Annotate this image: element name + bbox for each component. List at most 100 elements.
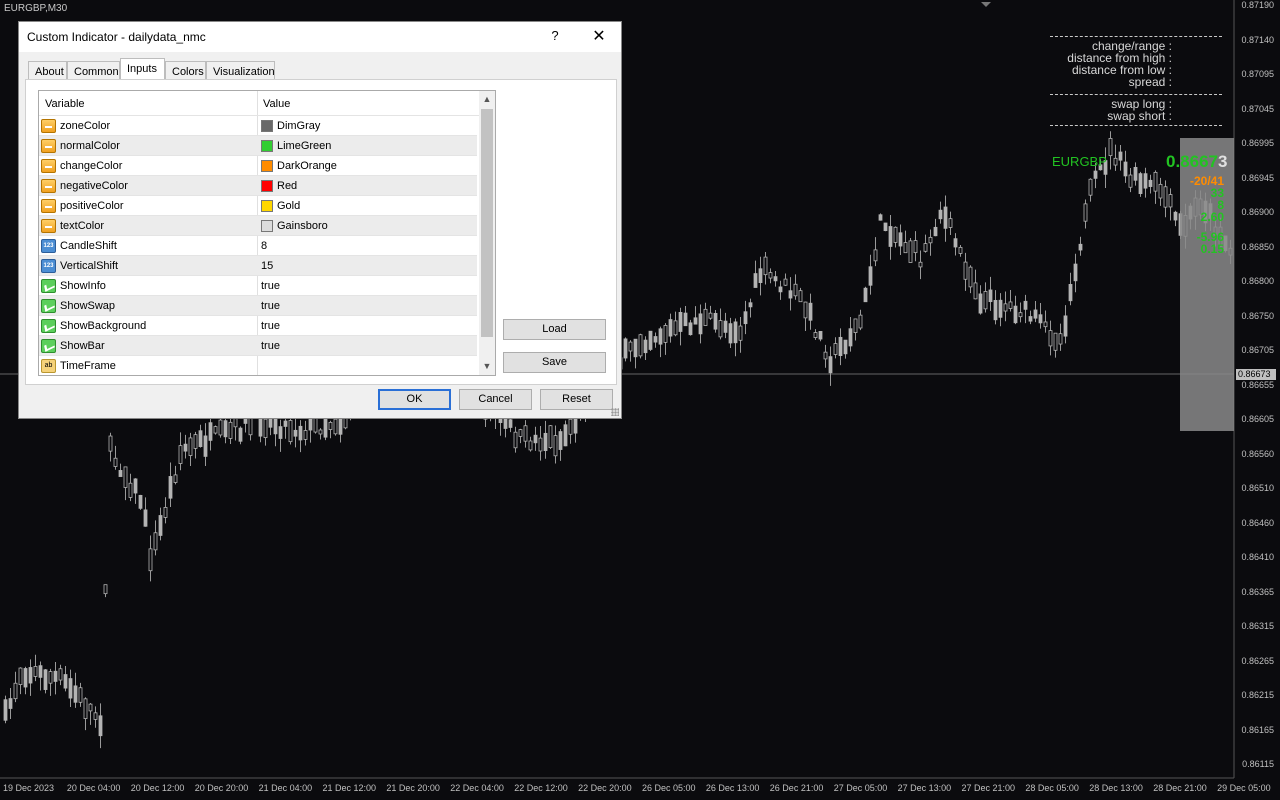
tab-visualization[interactable]: Visualization xyxy=(206,61,275,80)
input-value[interactable]: 15 xyxy=(261,260,273,272)
inputs-grid: Variable Value zoneColor DimGray normalCol… xyxy=(38,90,496,376)
input-value[interactable]: true xyxy=(261,340,280,352)
input-row-zonecolor[interactable]: zoneColor DimGray xyxy=(39,116,477,136)
input-value[interactable]: 8 xyxy=(261,240,267,252)
grid-scrollbar[interactable]: ▲ ▼ xyxy=(479,91,495,375)
color-swatch[interactable] xyxy=(261,180,273,192)
time-tick-label: 28 Dec 05:00 xyxy=(1025,783,1079,793)
scroll-down-icon[interactable]: ▼ xyxy=(479,358,495,375)
color-type-icon xyxy=(41,139,56,153)
string-type-icon: ab xyxy=(41,359,56,373)
input-row-candleshift[interactable]: 123 CandleShift 8 xyxy=(39,236,477,256)
input-value[interactable]: LimeGreen xyxy=(277,140,331,152)
current-price-tag: 0.86673 xyxy=(1236,369,1276,380)
input-row-showinfo[interactable]: ShowInfo true xyxy=(39,276,477,296)
input-value[interactable]: DimGray xyxy=(277,120,320,132)
price-tick-label: 0.87140 xyxy=(1241,34,1274,45)
color-swatch[interactable] xyxy=(261,220,273,232)
color-swatch[interactable] xyxy=(261,160,273,172)
input-row-verticalshift[interactable]: 123 VerticalShift 15 xyxy=(39,256,477,276)
reset-button[interactable]: Reset xyxy=(540,389,613,410)
int-type-icon: 123 xyxy=(41,259,56,273)
color-swatch[interactable] xyxy=(261,140,273,152)
price-tick-label: 0.86560 xyxy=(1241,448,1274,459)
ok-button[interactable]: OK xyxy=(378,389,451,410)
input-row-showbar[interactable]: ShowBar true xyxy=(39,336,477,356)
info-divider xyxy=(1050,125,1222,126)
tab-inputs[interactable]: Inputs xyxy=(120,58,165,80)
color-swatch[interactable] xyxy=(261,120,273,132)
input-value[interactable]: Gainsboro xyxy=(277,220,328,232)
input-variable-name: CandleShift xyxy=(60,240,117,252)
help-button[interactable]: ? xyxy=(549,28,561,43)
color-swatch[interactable] xyxy=(261,200,273,212)
price-tick-label: 0.86215 xyxy=(1241,690,1274,700)
input-row-changecolor[interactable]: changeColor DarkOrange xyxy=(39,156,477,176)
input-value[interactable]: DarkOrange xyxy=(277,160,337,172)
price-tick-label: 0.86410 xyxy=(1241,552,1274,562)
inputs-tab-panel: Variable Value zoneColor DimGray normalCol… xyxy=(25,79,617,385)
input-variable-name: changeColor xyxy=(60,160,123,172)
resize-grip-icon[interactable] xyxy=(611,408,619,416)
tab-about[interactable]: About xyxy=(28,61,67,80)
price-tick-label: 0.86510 xyxy=(1241,483,1274,493)
price-tick-label: 0.86605 xyxy=(1241,414,1274,424)
time-tick-label: 26 Dec 21:00 xyxy=(769,783,824,793)
time-tick-label: 26 Dec 13:00 xyxy=(705,783,760,793)
input-row-timeframe[interactable]: ab TimeFrame xyxy=(39,356,477,375)
color-type-icon xyxy=(41,159,56,173)
save-button[interactable]: Save xyxy=(503,352,606,373)
tab-common[interactable]: Common xyxy=(67,61,120,80)
input-row-positivecolor[interactable]: positiveColor Gold xyxy=(39,196,477,216)
price-tick-label: 0.86655 xyxy=(1241,379,1274,390)
time-tick-label: 21 Dec 04:00 xyxy=(258,783,313,793)
grid-header: Variable Value xyxy=(39,91,495,116)
input-variable-name: ShowBackground xyxy=(60,320,147,332)
input-row-textcolor[interactable]: textColor Gainsboro xyxy=(39,216,477,236)
price-tick-label: 0.86315 xyxy=(1241,621,1274,631)
input-variable-name: ShowBar xyxy=(60,340,105,352)
scroll-up-icon[interactable]: ▲ xyxy=(479,91,495,108)
dialog-title: Custom Indicator - dailydata_nmc xyxy=(27,30,206,44)
price-tick-label: 0.86750 xyxy=(1241,310,1274,321)
price-tick-label: 0.86900 xyxy=(1241,207,1274,217)
header-variable[interactable]: Variable xyxy=(45,98,85,110)
input-value[interactable]: Gold xyxy=(277,200,300,212)
time-tick-label: 28 Dec 13:00 xyxy=(1089,783,1143,793)
close-button[interactable]: ✕ xyxy=(589,26,609,46)
input-variable-name: VerticalShift xyxy=(60,260,119,272)
header-value[interactable]: Value xyxy=(263,98,290,110)
time-tick-label: 22 Dec 20:00 xyxy=(578,783,632,793)
info-symbol-name: EURGBP xyxy=(1052,154,1107,169)
tab-colors[interactable]: Colors xyxy=(165,61,206,80)
scroll-thumb[interactable] xyxy=(481,109,493,337)
input-row-showswap[interactable]: ShowSwap true xyxy=(39,296,477,316)
load-button[interactable]: Load xyxy=(503,319,606,340)
info-stat-swap-short: 0.15 xyxy=(1200,242,1224,256)
input-value[interactable]: true xyxy=(261,320,280,332)
input-variable-name: TimeFrame xyxy=(60,360,116,372)
time-tick-label: 27 Dec 05:00 xyxy=(833,783,888,793)
time-tick-label: 21 Dec 20:00 xyxy=(386,783,440,793)
input-value[interactable]: true xyxy=(261,280,280,292)
input-value[interactable]: true xyxy=(261,300,280,312)
input-variable-name: negativeColor xyxy=(60,180,128,192)
input-variable-name: ShowInfo xyxy=(60,280,106,292)
input-row-negativecolor[interactable]: negativeColor Red xyxy=(39,176,477,196)
time-tick-label: 27 Dec 21:00 xyxy=(961,783,1016,793)
price-tick-label: 0.87190 xyxy=(1241,0,1274,10)
input-value[interactable]: Red xyxy=(277,180,297,192)
color-type-icon xyxy=(41,219,56,233)
time-tick-label: 21 Dec 12:00 xyxy=(322,783,377,793)
dialog-titlebar[interactable]: Custom Indicator - dailydata_nmc ? ✕ xyxy=(19,22,621,52)
input-row-normalcolor[interactable]: normalColor LimeGreen xyxy=(39,136,477,156)
input-variable-name: zoneColor xyxy=(60,120,111,132)
input-row-showbackground[interactable]: ShowBackground true xyxy=(39,316,477,336)
price-tick-label: 0.86850 xyxy=(1241,241,1274,252)
color-type-icon xyxy=(41,199,56,213)
time-tick-label: 20 Dec 20:00 xyxy=(194,783,249,793)
cancel-button[interactable]: Cancel xyxy=(459,389,532,410)
info-panel: change/range : distance from high : dist… xyxy=(1050,36,1226,126)
grid-rows: zoneColor DimGray normalColor LimeGreen chan… xyxy=(39,116,495,375)
info-label-swap-short: swap short : xyxy=(1107,109,1172,123)
